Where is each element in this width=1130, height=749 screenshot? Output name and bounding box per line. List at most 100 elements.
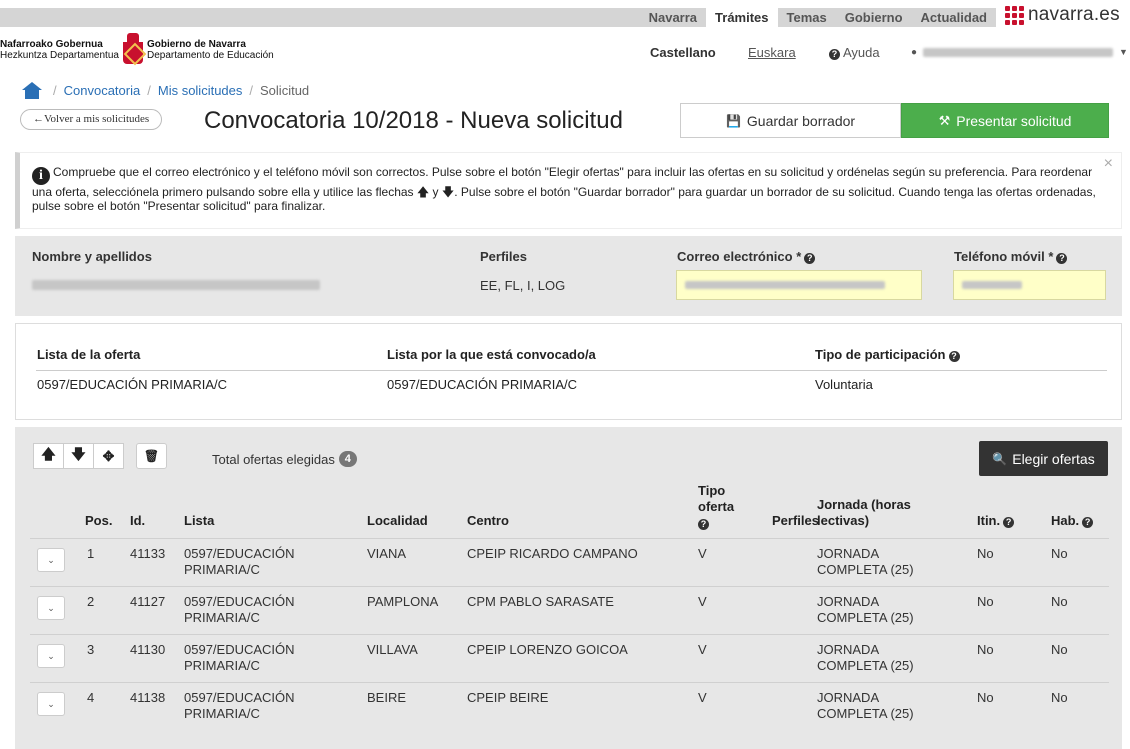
participation-type-value: Voluntaria [815, 377, 873, 392]
top-nav-navarra[interactable]: Navarra [640, 8, 706, 27]
convocation-panel: Lista de la oferta Lista por la que está… [15, 323, 1122, 420]
row-tipo: V [698, 594, 707, 609]
col-itin: Itin.? [977, 513, 1015, 529]
row-pos: 3 [87, 642, 95, 657]
table-row[interactable]: ⌄ 4 41138 0597/EDUCACIÓN PRIMARIA/C BEIRE… [30, 682, 1109, 730]
move-icon[interactable]: ✥ [93, 443, 124, 469]
org-basque: Nafarroako Gobernua Hezkuntza Departament… [0, 39, 119, 61]
home-icon[interactable] [22, 82, 42, 99]
row-localidad: VIANA [367, 546, 407, 561]
table-row[interactable]: ⌄ 2 41127 0597/EDUCACIÓN PRIMARIA/C PAMPL… [30, 586, 1109, 634]
top-nav-actualidad[interactable]: Actualidad [912, 8, 996, 27]
col-centro: Centro [467, 513, 509, 528]
offer-list-value: 0597/EDUCACIÓN PRIMARIA/C [37, 377, 227, 392]
help-link[interactable]: ? Ayuda [829, 45, 880, 60]
col-pos: Pos. [85, 513, 113, 528]
total-offers: Total ofertas elegidas 4 [212, 451, 357, 467]
row-localidad: VILLAVA [367, 642, 418, 657]
col-perfiles: Perfiles [772, 513, 819, 528]
row-centro: CPEIP BEIRE [467, 690, 549, 705]
question-circle-icon[interactable]: ? [1056, 253, 1068, 264]
org-spanish: Gobierno de Navarra Departamento de Educa… [146, 39, 274, 61]
delete-button[interactable]: 🗑 [136, 443, 167, 469]
offers-panel: 🡅 🡇 ✥ 🗑 Total ofertas elegidas 4 🔍 Elegir… [15, 427, 1122, 749]
row-hab: No [1051, 546, 1068, 561]
row-itin: No [977, 546, 994, 561]
question-circle-icon[interactable]: ? [804, 253, 816, 264]
col-id: Id. [130, 513, 146, 528]
applicant-panel: Nombre y apellidos Perfiles EE, FL, I, L… [15, 236, 1122, 316]
row-jornada: JORNADA COMPLETA (25) [817, 546, 914, 577]
move-up-button[interactable]: 🡅 [33, 443, 64, 469]
row-jornada: JORNADA COMPLETA (25) [817, 642, 914, 673]
profiles-label: Perfiles [480, 249, 527, 264]
applicant-name-redacted [32, 280, 320, 290]
brand-dots-icon [1005, 5, 1024, 25]
row-tipo: V [698, 642, 707, 657]
profiles-value: EE, FL, I, LOG [480, 278, 566, 293]
divider [36, 370, 1107, 371]
breadcrumb: / Convocatoria / Mis solicitudes / Solic… [22, 82, 309, 99]
phone-value-redacted [962, 281, 1022, 289]
col-tipo-oferta: Tipo oferta? [698, 483, 735, 530]
user-icon: ● [911, 46, 918, 58]
email-value-redacted [685, 281, 885, 289]
top-nav-tramites[interactable]: Trámites [706, 8, 778, 30]
lang-euskara[interactable]: Euskara [748, 45, 796, 60]
row-hab: No [1051, 642, 1068, 657]
row-expand-button[interactable]: ⌄ [37, 692, 65, 716]
submit-request-button[interactable]: ⚒ Presentar solicitud [901, 103, 1109, 138]
phone-field[interactable] [953, 270, 1106, 300]
info-text: Compruebe que el correo electrónico y el… [32, 165, 1096, 213]
row-expand-button[interactable]: ⌄ [37, 596, 65, 620]
row-pos: 4 [87, 690, 95, 705]
user-menu[interactable]: ● ▼ [911, 47, 1128, 58]
question-circle-icon[interactable]: ? [1003, 517, 1015, 528]
row-id: 41127 [130, 594, 166, 609]
col-lista: Lista [184, 513, 215, 528]
question-circle-icon[interactable]: ? [1082, 517, 1094, 528]
row-itin: No [977, 642, 994, 657]
top-nav-temas[interactable]: Temas [778, 8, 836, 27]
brand-name: navarra.es [1028, 4, 1120, 25]
table-row[interactable]: ⌄ 1 41133 0597/EDUCACIÓN PRIMARIA/C VIANA… [30, 538, 1109, 586]
email-label: Correo electrónico *? [677, 249, 816, 264]
row-lista: 0597/EDUCACIÓN PRIMARIA/C [184, 690, 295, 721]
move-down-button[interactable]: 🡇 [63, 443, 94, 469]
email-field[interactable] [676, 270, 922, 300]
row-hab: No [1051, 594, 1068, 609]
brand-logo[interactable]: navarra.es [1005, 4, 1120, 26]
row-expand-button[interactable]: ⌄ [37, 644, 65, 668]
choose-offers-button[interactable]: 🔍 Elegir ofertas [979, 441, 1108, 476]
row-id: 41130 [130, 642, 166, 657]
name-label: Nombre y apellidos [32, 249, 152, 264]
row-pos: 2 [87, 594, 95, 609]
search-plus-icon: 🔍 [992, 451, 1008, 466]
offer-list-header: Lista de la oferta [37, 347, 141, 362]
lang-castellano[interactable]: Castellano [650, 45, 716, 60]
breadcrumb-convocatoria[interactable]: Convocatoria [64, 83, 141, 98]
question-circle-icon[interactable]: ? [948, 351, 960, 362]
question-circle-icon[interactable]: ? [698, 519, 709, 530]
info-alert: i Compruebe que el correo electrónico y e… [15, 152, 1122, 229]
row-itin: No [977, 594, 994, 609]
government-logo[interactable]: Nafarroako Gobernua Hezkuntza Departament… [0, 30, 274, 70]
back-to-requests-button[interactable]: ←Volver a mis solicitudes [20, 109, 163, 130]
breadcrumb-mis-solicitudes[interactable]: Mis solicitudes [158, 83, 243, 98]
top-nav-gobierno[interactable]: Gobierno [836, 8, 912, 27]
close-icon[interactable]: × [1104, 156, 1113, 172]
table-row[interactable]: ⌄ 3 41130 0597/EDUCACIÓN PRIMARIA/C VILLA… [30, 634, 1109, 682]
row-localidad: PAMPLONA [367, 594, 439, 609]
page-title: Convocatoria 10/2018 - Nueva solicitud [204, 107, 623, 134]
save-draft-button[interactable]: 💾 Guardar borrador [680, 103, 901, 138]
info-icon: i [32, 167, 50, 185]
row-lista: 0597/EDUCACIÓN PRIMARIA/C [184, 642, 295, 673]
breadcrumb-solicitud: Solicitud [260, 83, 310, 98]
row-hab: No [1051, 690, 1068, 705]
row-itin: No [977, 690, 994, 705]
participation-type-header: Tipo de participación? [815, 347, 960, 362]
row-id: 41138 [130, 690, 166, 705]
question-circle-icon: ? [829, 48, 840, 60]
row-expand-button[interactable]: ⌄ [37, 548, 65, 572]
row-centro: CPM PABLO SARASATE [467, 594, 614, 609]
